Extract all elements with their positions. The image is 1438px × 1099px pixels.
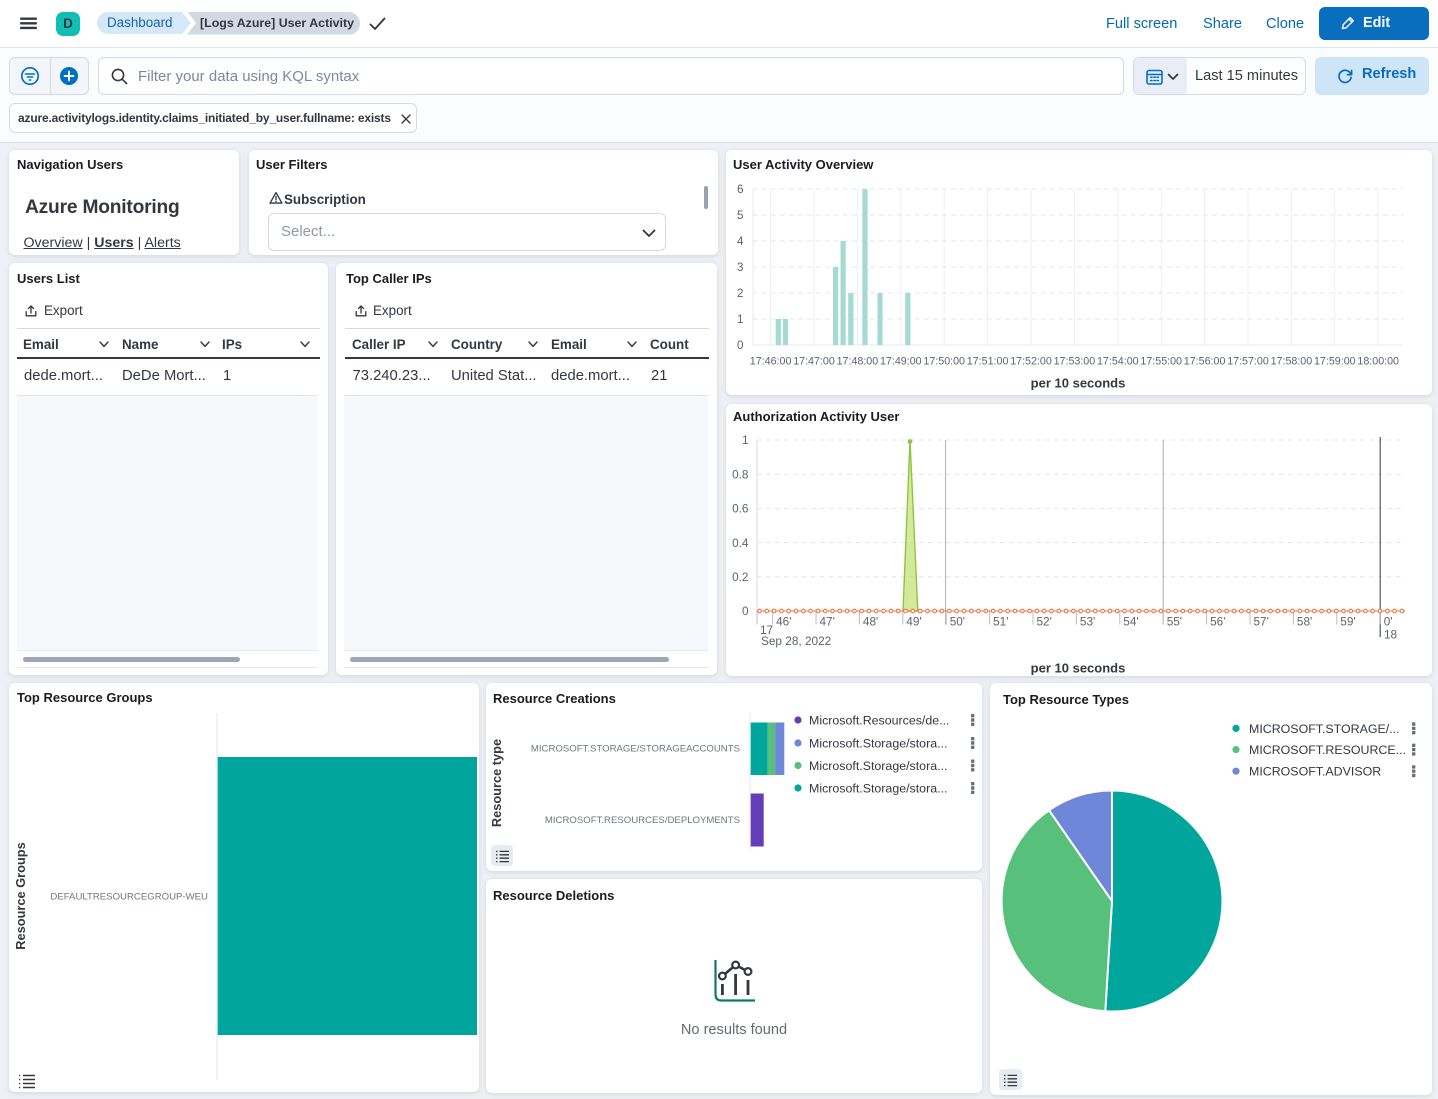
svg-text:1: 1 bbox=[737, 313, 743, 326]
svg-text:56': 56' bbox=[1210, 615, 1225, 629]
svg-text:5: 5 bbox=[737, 209, 743, 222]
svg-text:MICROSOFT.STORAGE/...: MICROSOFT.STORAGE/... bbox=[1249, 722, 1400, 736]
svg-text:6: 6 bbox=[737, 183, 743, 196]
svg-text:57': 57' bbox=[1254, 615, 1269, 629]
svg-text:17:54:00: 17:54:00 bbox=[1097, 356, 1139, 368]
svg-text:17:53:00: 17:53:00 bbox=[1054, 356, 1096, 368]
svg-text:55': 55' bbox=[1167, 615, 1182, 629]
svg-text:MICROSOFT.RESOURCE...: MICROSOFT.RESOURCE... bbox=[1249, 743, 1406, 757]
svg-text:per 10 seconds: per 10 seconds bbox=[1031, 661, 1126, 676]
svg-text:0.2: 0.2 bbox=[732, 570, 748, 584]
svg-text:18: 18 bbox=[1384, 628, 1398, 642]
svg-text:59': 59' bbox=[1340, 615, 1355, 629]
svg-text:Microsoft.Storage/stora...: Microsoft.Storage/stora... bbox=[809, 759, 947, 773]
svg-text:50': 50' bbox=[950, 615, 965, 629]
svg-text:17:46:00: 17:46:00 bbox=[750, 356, 792, 368]
svg-text:52': 52' bbox=[1037, 615, 1052, 629]
svg-text:0.4: 0.4 bbox=[732, 536, 749, 550]
svg-text:49': 49' bbox=[906, 615, 921, 629]
svg-text:3: 3 bbox=[737, 261, 743, 274]
svg-text:48': 48' bbox=[863, 615, 878, 629]
svg-text:0.8: 0.8 bbox=[732, 467, 749, 481]
svg-text:per 10 seconds: per 10 seconds bbox=[1031, 376, 1126, 391]
svg-text:54': 54' bbox=[1123, 615, 1138, 629]
svg-text:46': 46' bbox=[776, 615, 791, 629]
svg-text:Sep 28, 2022: Sep 28, 2022 bbox=[761, 634, 831, 648]
svg-text:0: 0 bbox=[737, 339, 743, 352]
svg-text:Microsoft.Resources/de...: Microsoft.Resources/de... bbox=[809, 713, 949, 727]
svg-text:1: 1 bbox=[742, 433, 749, 447]
svg-text:Microsoft.Storage/stora...: Microsoft.Storage/stora... bbox=[809, 781, 947, 795]
svg-text:17:50:00: 17:50:00 bbox=[923, 356, 965, 368]
svg-text:51': 51' bbox=[993, 615, 1008, 629]
svg-text:17:49:00: 17:49:00 bbox=[880, 356, 922, 368]
svg-text:0: 0 bbox=[742, 604, 749, 618]
svg-text:MICROSOFT.RESOURCES/DEPLOYMENT: MICROSOFT.RESOURCES/DEPLOYMENTS bbox=[545, 815, 740, 826]
svg-text:MICROSOFT.STORAGE/STORAGEACCOU: MICROSOFT.STORAGE/STORAGEACCOUNTS bbox=[531, 744, 740, 755]
svg-text:17:48:00: 17:48:00 bbox=[837, 356, 879, 368]
svg-text:17:55:00: 17:55:00 bbox=[1140, 356, 1182, 368]
svg-text:17:59:00: 17:59:00 bbox=[1314, 356, 1356, 368]
svg-text:MICROSOFT.ADVISOR: MICROSOFT.ADVISOR bbox=[1249, 765, 1381, 779]
svg-text:17:52:00: 17:52:00 bbox=[1010, 356, 1052, 368]
svg-text:Resource Groups: Resource Groups bbox=[13, 842, 28, 949]
svg-text:18:00:00: 18:00:00 bbox=[1357, 356, 1399, 368]
svg-text:53': 53' bbox=[1080, 615, 1095, 629]
svg-text:17:51:00: 17:51:00 bbox=[967, 356, 1009, 368]
svg-text:0.6: 0.6 bbox=[732, 502, 749, 516]
svg-text:58': 58' bbox=[1297, 615, 1312, 629]
svg-text:Microsoft.Storage/stora...: Microsoft.Storage/stora... bbox=[809, 736, 947, 750]
svg-text:2: 2 bbox=[737, 287, 743, 300]
svg-text:4: 4 bbox=[737, 235, 744, 248]
svg-text:47': 47' bbox=[820, 615, 835, 629]
svg-text:17:58:00: 17:58:00 bbox=[1271, 356, 1313, 368]
svg-text:17:57:00: 17:57:00 bbox=[1227, 356, 1269, 368]
svg-text:DEFAULTRESOURCEGROUP-WEU: DEFAULTRESOURCEGROUP-WEU bbox=[50, 892, 208, 903]
svg-text:Resource type: Resource type bbox=[489, 739, 504, 827]
svg-text:17:56:00: 17:56:00 bbox=[1184, 356, 1226, 368]
svg-text:17:47:00: 17:47:00 bbox=[793, 356, 835, 368]
svg-text:0': 0' bbox=[1384, 615, 1393, 629]
